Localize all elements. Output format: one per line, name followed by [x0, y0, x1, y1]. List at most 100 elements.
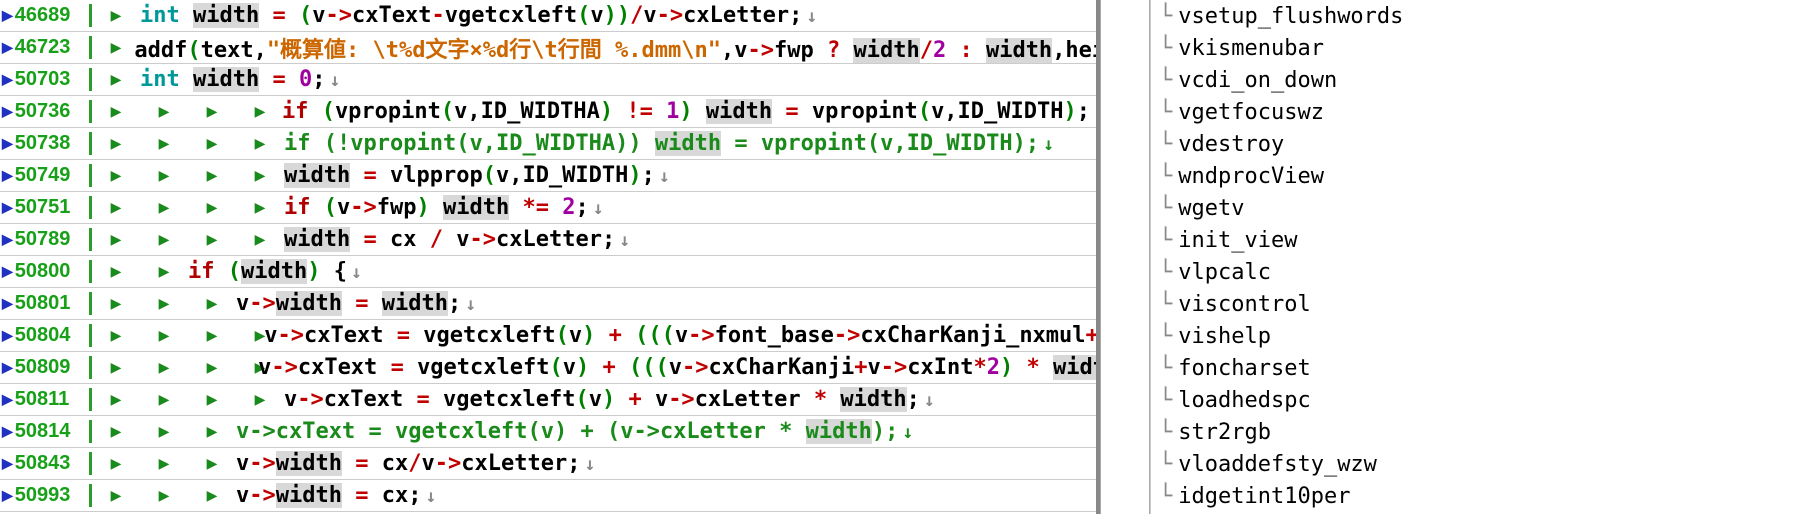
code-row[interactable]: ▶50751▶▶▶▶if (v->fwp) width *= 2;↓: [0, 192, 1096, 224]
fold-icon[interactable]: ▶: [140, 199, 188, 216]
fold-icon[interactable]: ▶: [140, 103, 188, 120]
symbol-item[interactable]: └vcdi_on_down: [1151, 64, 1796, 96]
fold-icon[interactable]: ▶: [92, 7, 140, 24]
fold-icon[interactable]: ▶: [236, 199, 284, 216]
panel-divider[interactable]: [1100, 0, 1150, 514]
code-text[interactable]: v->cxText = vgetcxleft(v) + v->cxLetter …: [284, 387, 935, 412]
code-row[interactable]: ▶50800▶▶if (width) {↓: [0, 256, 1096, 288]
fold-icon[interactable]: ▶: [92, 391, 140, 408]
code-row[interactable]: ▶50993▶▶▶v->width = cx;↓: [0, 480, 1096, 512]
code-row[interactable]: ▶46689▶int width = (v->cxText-vgetcxleft…: [0, 0, 1096, 32]
fold-icon[interactable]: ▶: [92, 199, 140, 216]
fold-icon[interactable]: ▶: [92, 487, 140, 504]
expand-icon[interactable]: ▶: [2, 487, 13, 504]
code-text[interactable]: width = cx / v->cxLetter;↓: [284, 227, 630, 252]
fold-icon[interactable]: ▶: [140, 359, 188, 376]
fold-icon[interactable]: ▶: [188, 231, 236, 248]
fold-icon[interactable]: ▶: [188, 391, 236, 408]
fold-icon[interactable]: ▶: [92, 231, 140, 248]
expand-icon[interactable]: ▶: [2, 39, 13, 56]
expand-icon[interactable]: ▶: [2, 103, 13, 120]
symbol-item[interactable]: └wgetv: [1151, 192, 1796, 224]
line-number-gutter[interactable]: ▶50789: [0, 228, 92, 251]
line-number-gutter[interactable]: ▶50749: [0, 164, 92, 187]
fold-icon[interactable]: ▶: [92, 39, 140, 56]
code-row[interactable]: ▶50738▶▶▶▶if (!vpropint(v,ID_WIDTHA)) wi…: [0, 128, 1096, 160]
code-text[interactable]: v->cxText = vgetcxleft(v) + (((v->cxChar…: [258, 355, 1096, 380]
code-row[interactable]: ▶50736▶▶▶▶if (vpropint(v,ID_WIDTHA) != 1…: [0, 96, 1096, 128]
fold-icon[interactable]: ▶: [140, 295, 188, 312]
expand-icon[interactable]: ▶: [2, 231, 13, 248]
code-row[interactable]: ▶50749▶▶▶▶width = vlpprop(v,ID_WIDTH);↓: [0, 160, 1096, 192]
fold-icon[interactable]: ▶: [140, 455, 188, 472]
fold-icon[interactable]: ▶: [188, 327, 236, 344]
symbol-item[interactable]: └wndprocView: [1151, 160, 1796, 192]
fold-icon[interactable]: ▶: [140, 167, 188, 184]
fold-icon[interactable]: ▶: [188, 167, 236, 184]
code-row[interactable]: ▶50801▶▶▶v->width = width;↓: [0, 288, 1096, 320]
line-number-gutter[interactable]: ▶50800: [0, 260, 92, 283]
line-number-gutter[interactable]: ▶50993: [0, 484, 92, 507]
symbol-item[interactable]: └foncharset: [1151, 352, 1796, 384]
fold-icon[interactable]: ▶: [236, 391, 284, 408]
line-number-gutter[interactable]: ▶50738: [0, 132, 92, 155]
code-row[interactable]: ▶50809▶▶▶▶v->cxText = vgetcxleft(v) + ((…: [0, 352, 1096, 384]
symbol-item[interactable]: └vsetup_flushwords: [1151, 0, 1796, 32]
code-text[interactable]: int width = (v->cxText-vgetcxleft(v))/v-…: [140, 3, 817, 28]
line-number-gutter[interactable]: ▶50804: [0, 324, 92, 347]
fold-icon[interactable]: ▶: [140, 135, 188, 152]
fold-icon[interactable]: ▶: [92, 423, 140, 440]
line-number-gutter[interactable]: ▶50809: [0, 356, 92, 379]
expand-icon[interactable]: ▶: [2, 7, 13, 24]
fold-icon[interactable]: ▶: [188, 487, 236, 504]
fold-icon[interactable]: ▶: [188, 295, 236, 312]
expand-icon[interactable]: ▶: [2, 295, 13, 312]
code-text[interactable]: if (width) {↓: [188, 259, 362, 284]
fold-icon[interactable]: ▶: [236, 135, 284, 152]
code-text[interactable]: v->width = width;↓: [236, 291, 476, 316]
line-number-gutter[interactable]: ▶50703: [0, 68, 92, 91]
code-text[interactable]: if (!vpropint(v,ID_WIDTHA)) width = vpro…: [284, 131, 1054, 156]
code-text[interactable]: v->cxText = vgetcxleft(v) + (v->cxLetter…: [236, 419, 913, 444]
fold-icon[interactable]: ▶: [140, 231, 188, 248]
expand-icon[interactable]: ▶: [2, 423, 13, 440]
line-number-gutter[interactable]: ▶46723: [0, 36, 92, 59]
fold-icon[interactable]: ▶: [236, 103, 284, 120]
expand-icon[interactable]: ▶: [2, 455, 13, 472]
fold-icon[interactable]: ▶: [92, 455, 140, 472]
fold-icon[interactable]: ▶: [188, 199, 236, 216]
fold-icon[interactable]: ▶: [92, 135, 140, 152]
expand-icon[interactable]: ▶: [2, 71, 13, 88]
symbol-item[interactable]: └init_view: [1151, 224, 1796, 256]
symbol-item[interactable]: └vkismenubar: [1151, 32, 1796, 64]
fold-icon[interactable]: ▶: [140, 423, 188, 440]
fold-icon[interactable]: ▶: [140, 263, 188, 280]
code-row[interactable]: ▶50789▶▶▶▶width = cx / v->cxLetter;↓: [0, 224, 1096, 256]
fold-icon[interactable]: ▶: [236, 231, 284, 248]
symbol-item[interactable]: └viscontrol: [1151, 288, 1796, 320]
fold-icon[interactable]: ▶: [140, 391, 188, 408]
code-text[interactable]: v->cxText = vgetcxleft(v) + (((v->font_b…: [264, 323, 1096, 348]
expand-icon[interactable]: ▶: [2, 327, 13, 344]
symbol-item[interactable]: └str2rgb: [1151, 416, 1796, 448]
fold-icon[interactable]: ▶: [92, 295, 140, 312]
code-text[interactable]: width = vlpprop(v,ID_WIDTH);↓: [284, 163, 670, 188]
fold-icon[interactable]: ▶: [236, 167, 284, 184]
expand-icon[interactable]: ▶: [2, 167, 13, 184]
code-text[interactable]: if (vpropint(v,ID_WIDTHA) != 1) width = …: [282, 99, 1096, 124]
fold-icon[interactable]: ▶: [188, 103, 236, 120]
fold-icon[interactable]: ▶: [92, 71, 140, 88]
fold-icon[interactable]: ▶: [92, 359, 140, 376]
code-text[interactable]: int width = 0;↓: [140, 67, 340, 92]
code-text[interactable]: if (v->fwp) width *= 2;↓: [284, 195, 604, 220]
line-number-gutter[interactable]: ▶50811: [0, 388, 92, 411]
code-row[interactable]: ▶50703▶int width = 0;↓: [0, 64, 1096, 96]
fold-icon[interactable]: ▶: [92, 327, 140, 344]
line-number-gutter[interactable]: ▶46689: [0, 4, 92, 27]
symbol-outline[interactable]: └vsetup_flushwords└vkismenubar└vcdi_on_d…: [1150, 0, 1796, 514]
symbol-item[interactable]: └idgetint10per: [1151, 480, 1796, 512]
code-text[interactable]: addf(text,"概算値: \t%d文字×%d行\t行間 %.dmm\n",…: [134, 32, 1096, 64]
expand-icon[interactable]: ▶: [2, 359, 13, 376]
fold-icon[interactable]: ▶: [188, 455, 236, 472]
symbol-item[interactable]: └loadhedspc: [1151, 384, 1796, 416]
